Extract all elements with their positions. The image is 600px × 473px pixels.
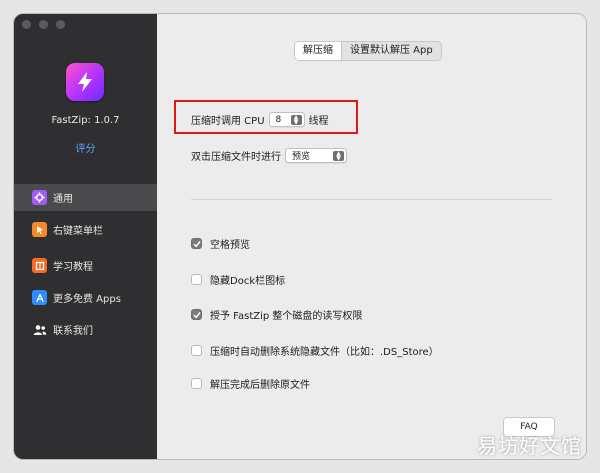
dblclick-action-value: 预览 <box>292 152 311 162</box>
delete-after-extract-checkbox[interactable] <box>191 378 202 389</box>
checkbox-label: 压缩时自动删除系统隐藏文件（比如：.DS_Store） <box>210 347 439 358</box>
sidebar-item-general[interactable]: 通用 <box>14 184 157 211</box>
full-disk-access-checkbox[interactable] <box>191 309 202 320</box>
sidebar-nav: 通用 右键菜单栏 学习教程 更多免费 Apps 联系我们 <box>14 184 157 343</box>
sidebar-item-label: 右键菜单栏 <box>53 226 103 237</box>
settings-content: 压缩时调用 CPU 8 ▲ ▼ 线程 双击压缩文件时进行 预览 ▲ ▼ 空格预览… <box>191 91 552 459</box>
minimize-window-button[interactable] <box>39 20 48 29</box>
checkbox-label: 授予 FastZip 整个磁盘的读写权限 <box>210 311 363 322</box>
dblclick-label: 双击压缩文件时进行 <box>191 152 281 163</box>
space-preview-checkbox[interactable] <box>191 238 202 249</box>
cpu-setting-row: 压缩时调用 CPU 8 ▲ ▼ 线程 <box>191 112 329 127</box>
stepper-arrows-icon: ▲ ▼ <box>290 114 302 125</box>
zoom-window-button[interactable] <box>56 20 65 29</box>
cursor-icon <box>32 222 47 237</box>
rate-link[interactable]: 评分 <box>14 140 157 155</box>
stepper-arrows-icon: ▲ ▼ <box>333 150 344 161</box>
sidebar-item-contact[interactable]: 联系我们 <box>14 316 157 343</box>
people-icon <box>32 322 47 337</box>
book-icon <box>32 258 47 273</box>
checkbox-row[interactable]: 压缩时自动删除系统隐藏文件（比如：.DS_Store） <box>191 343 439 358</box>
tab-default-app[interactable]: 设置默认解压 App <box>342 42 441 60</box>
cpu-thread-value: 8 <box>275 114 282 125</box>
gear-icon <box>32 190 47 205</box>
section-divider <box>191 199 552 200</box>
checkmark-icon <box>192 311 201 318</box>
sidebar-item-more-apps[interactable]: 更多免费 Apps <box>14 284 157 311</box>
sidebar-item-label: 学习教程 <box>53 262 93 273</box>
tab-bar: 解压缩 设置默认解压 App <box>294 41 442 61</box>
sidebar-item-context-menu[interactable]: 右键菜单栏 <box>14 216 157 243</box>
checkbox-row[interactable]: 隐藏Dock栏图标 <box>191 272 285 287</box>
app-window: FastZip: 1.0.7 评分 通用 右键菜单栏 学习教程 更多免费 App… <box>14 14 586 459</box>
checkbox-label: 解压完成后删除原文件 <box>210 380 310 391</box>
app-name-version: FastZip: 1.0.7 <box>51 115 120 126</box>
checkmark-icon <box>192 240 201 247</box>
checkbox-row[interactable]: 空格预览 <box>191 236 250 251</box>
delete-hidden-files-checkbox[interactable] <box>191 345 202 356</box>
cpu-suffix: 线程 <box>308 116 329 127</box>
cpu-label: 压缩时调用 CPU <box>191 116 265 127</box>
dblclick-setting-row: 双击压缩文件时进行 预览 ▲ ▼ <box>191 148 351 163</box>
checkbox-row[interactable]: 解压完成后删除原文件 <box>191 376 310 391</box>
hide-dock-icon-checkbox[interactable] <box>191 274 202 285</box>
checkbox-label: 空格预览 <box>210 240 250 251</box>
sidebar-item-label: 通用 <box>53 194 73 205</box>
sidebar: FastZip: 1.0.7 评分 通用 右键菜单栏 学习教程 更多免费 App… <box>14 14 157 459</box>
close-window-button[interactable] <box>22 20 31 29</box>
tab-decompress[interactable]: 解压缩 <box>295 42 342 60</box>
sidebar-item-label: 更多免费 Apps <box>53 294 121 305</box>
checkbox-label: 隐藏Dock栏图标 <box>210 276 286 287</box>
cpu-thread-select[interactable]: 8 ▲ ▼ <box>268 112 305 127</box>
sidebar-item-tutorial[interactable]: 学习教程 <box>14 252 157 279</box>
app-logo-icon <box>66 63 104 101</box>
sidebar-item-label: 联系我们 <box>53 326 93 337</box>
dblclick-action-select[interactable]: 预览 ▲ ▼ <box>285 148 347 163</box>
main-panel: 解压缩 设置默认解压 App 压缩时调用 CPU 8 ▲ ▼ 线程 双击压缩文件时… <box>157 14 586 459</box>
checkbox-row[interactable]: 授予 FastZip 整个磁盘的读写权限 <box>191 307 362 322</box>
app-store-icon <box>32 290 47 305</box>
window-controls <box>22 20 65 29</box>
watermark-text: 易坊好文馆 <box>477 434 582 458</box>
